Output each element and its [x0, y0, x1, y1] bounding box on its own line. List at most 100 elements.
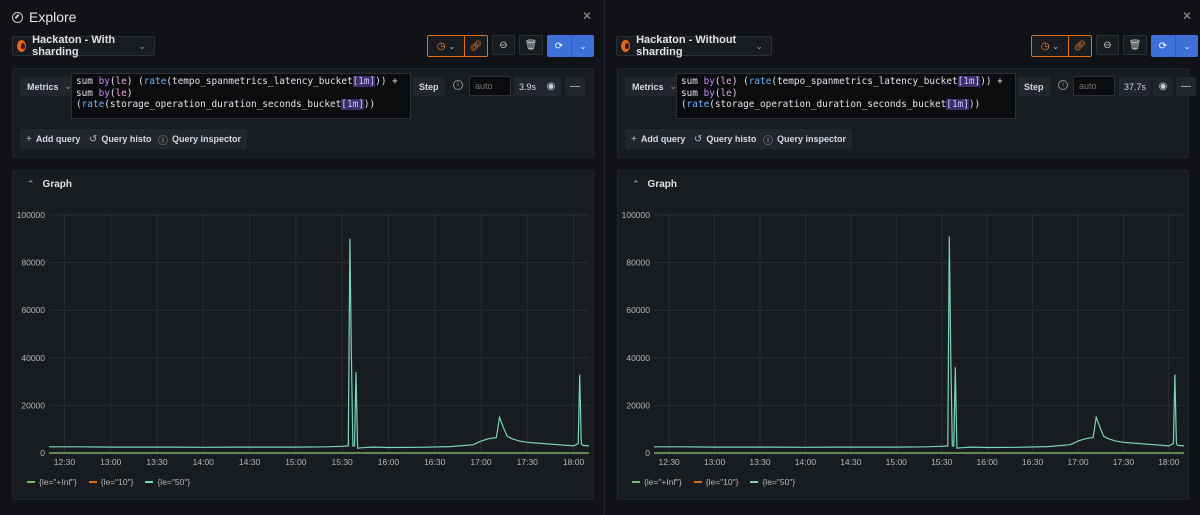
graph-collapse-toggle[interactable]: ⌃ Graph	[632, 179, 677, 190]
query-editor[interactable]: sum by(le) (rate(tempo_spanmetrics_laten…	[676, 73, 1016, 119]
metrics-label: Metrics	[27, 81, 59, 92]
query-inspector-button[interactable]: ⓘ Query inspector	[757, 129, 853, 149]
remove-query-icon[interactable]: —	[1176, 77, 1196, 96]
remove-query-icon[interactable]: —	[565, 77, 585, 96]
x-tick-label: 13:00	[100, 457, 122, 467]
step-label: Step	[1018, 77, 1050, 96]
query-row: Metrics ⌄ sum by(le) (rate(tempo_spanmet…	[12, 68, 594, 158]
y-tick-label: 20000	[21, 400, 45, 410]
datasource-name: Hackaton - With sharding	[32, 34, 116, 58]
y-tick-label: 80000	[21, 258, 45, 268]
query-token: )	[126, 87, 133, 99]
query-token: by	[703, 87, 715, 99]
time-picker-button[interactable]: ◷ ⌄	[1032, 36, 1068, 56]
query-editor[interactable]: sum by(le) (rate(tempo_spanmetrics_laten…	[71, 73, 411, 119]
query-token: (tempo_spanmetrics_latency_bucket	[771, 76, 958, 87]
close-icon[interactable]: ✕	[1182, 9, 1192, 23]
link-button[interactable]: 🔗︎	[1068, 36, 1091, 56]
datasource-picker[interactable]: Hackaton - Without sharding ⌄	[616, 34, 772, 58]
explore-header: Explore	[12, 8, 76, 26]
close-icon[interactable]: ✕	[582, 9, 592, 23]
run-query-button[interactable]: ⟳	[1151, 35, 1175, 57]
query-inspector-label: Query inspector	[172, 134, 242, 144]
legend-label: {le="+Inf"}	[39, 477, 77, 487]
series-line	[654, 236, 1185, 449]
query-token: [1m]	[957, 76, 981, 87]
metrics-label: Metrics	[632, 81, 664, 92]
y-tick-label: 60000	[626, 305, 650, 315]
x-tick-label: 14:00	[193, 457, 215, 467]
query-token: )) +	[980, 76, 1003, 87]
legend-item[interactable]: {le="+Inf"}	[27, 477, 77, 487]
graph-chart[interactable]: 0 20000 40000 60000 80000 100000 12:30 13:00 13:…	[618, 201, 1190, 471]
graph-title: Graph	[647, 179, 677, 190]
run-query-dropdown[interactable]: ⌄	[571, 35, 594, 57]
time-picker-button[interactable]: ◷ ⌄	[428, 36, 464, 56]
graph-chart[interactable]: 0 20000 40000 60000 80000 100000 12:30 13:00 13:…	[13, 201, 595, 471]
x-tick-label: 13:30	[749, 457, 771, 467]
chevron-down-icon: ⌄	[138, 40, 146, 51]
query-token: (storage_operation_duration_seconds_buck…	[709, 99, 947, 110]
eye-icon[interactable]: ◉	[1153, 77, 1173, 96]
query-token: le	[115, 87, 127, 99]
query-inspector-label: Query inspector	[777, 134, 847, 144]
chevron-down-icon: ⌄	[1052, 41, 1060, 51]
legend-item[interactable]: {le="10"}	[693, 477, 738, 487]
step-input[interactable]	[469, 76, 511, 96]
info-circle-icon: ⓘ	[763, 135, 773, 147]
info-circle-icon: ⓘ	[158, 135, 168, 147]
link-icon: 🔗︎	[1073, 40, 1087, 52]
query-token: )) +	[375, 76, 398, 87]
query-token: le	[115, 76, 127, 87]
legend-swatch	[750, 481, 759, 483]
y-tick-label: 0	[40, 448, 45, 458]
series-line	[49, 238, 590, 449]
add-query-button[interactable]: + Add query	[20, 129, 87, 149]
query-inspector-button[interactable]: ⓘ Query inspector	[152, 129, 248, 149]
run-query-dropdown[interactable]: ⌄	[1175, 35, 1198, 57]
legend-label: {le="50"}	[157, 477, 191, 487]
x-tick-label: 12:30	[54, 457, 76, 467]
info-icon: i	[1058, 80, 1068, 90]
legend-label: {le="+Inf"}	[644, 477, 682, 487]
x-tick-label: 16:30	[424, 457, 446, 467]
run-query-button[interactable]: ⟳	[547, 35, 571, 57]
eye-icon[interactable]: ◉	[541, 77, 561, 96]
explore-toolbar: ◷ ⌄ 🔗︎ ⊖ 🗑︎ ⟳ ⌄	[1031, 35, 1198, 57]
zoom-out-button[interactable]: ⊖	[1096, 35, 1119, 55]
add-query-button[interactable]: + Add query	[625, 129, 692, 149]
x-tick-label: 14:30	[239, 457, 261, 467]
prometheus-flame-icon	[17, 40, 27, 52]
zoom-out-button[interactable]: ⊖	[492, 35, 515, 55]
step-input[interactable]	[1073, 76, 1115, 96]
graph-panel: ⌃ Graph 0 20000 40000 60000 80000 100000 12:30…	[617, 170, 1189, 500]
legend-item[interactable]: {le="50"}	[750, 477, 795, 487]
clear-button[interactable]: 🗑︎	[1123, 35, 1147, 55]
y-tick-label: 20000	[626, 400, 650, 410]
explore-toolbar: ◷ ⌄ 🔗︎ ⊖ 🗑︎ ⟳ ⌄	[427, 35, 594, 57]
chevron-up-icon: ⌃	[632, 179, 640, 189]
query-token: [1m]	[341, 99, 364, 110]
add-query-label: Add query	[35, 134, 81, 144]
x-tick-label: 14:30	[840, 457, 862, 467]
chevron-down-icon: ⌄	[1183, 41, 1191, 51]
legend-item[interactable]: {le="50"}	[145, 477, 190, 487]
query-token: le	[720, 87, 732, 99]
graph-collapse-toggle[interactable]: ⌃ Graph	[27, 179, 72, 190]
legend-item[interactable]: {le="+Inf"}	[632, 477, 682, 487]
query-row: Metrics ⌄ sum by(le) (rate(tempo_spanmet…	[617, 68, 1196, 158]
y-tick-label: 80000	[626, 258, 650, 268]
datasource-picker[interactable]: Hackaton - With sharding ⌄	[12, 34, 155, 58]
page-title: Explore	[29, 9, 77, 25]
chevron-down-icon: ⌄	[579, 41, 587, 51]
link-button[interactable]: 🔗︎	[464, 36, 487, 56]
x-tick-label: 17:00	[470, 457, 492, 467]
query-token: ) (	[126, 76, 144, 87]
query-token: rate	[686, 99, 710, 110]
y-tick-label: 100000	[622, 210, 651, 220]
legend-item[interactable]: {le="10"}	[88, 477, 133, 487]
graph-title: Graph	[42, 179, 72, 190]
graph-legend: {le="+Inf"} {le="10"} {le="50"}	[27, 477, 190, 487]
clear-button[interactable]: 🗑︎	[519, 35, 543, 55]
query-token: ))	[968, 99, 981, 110]
